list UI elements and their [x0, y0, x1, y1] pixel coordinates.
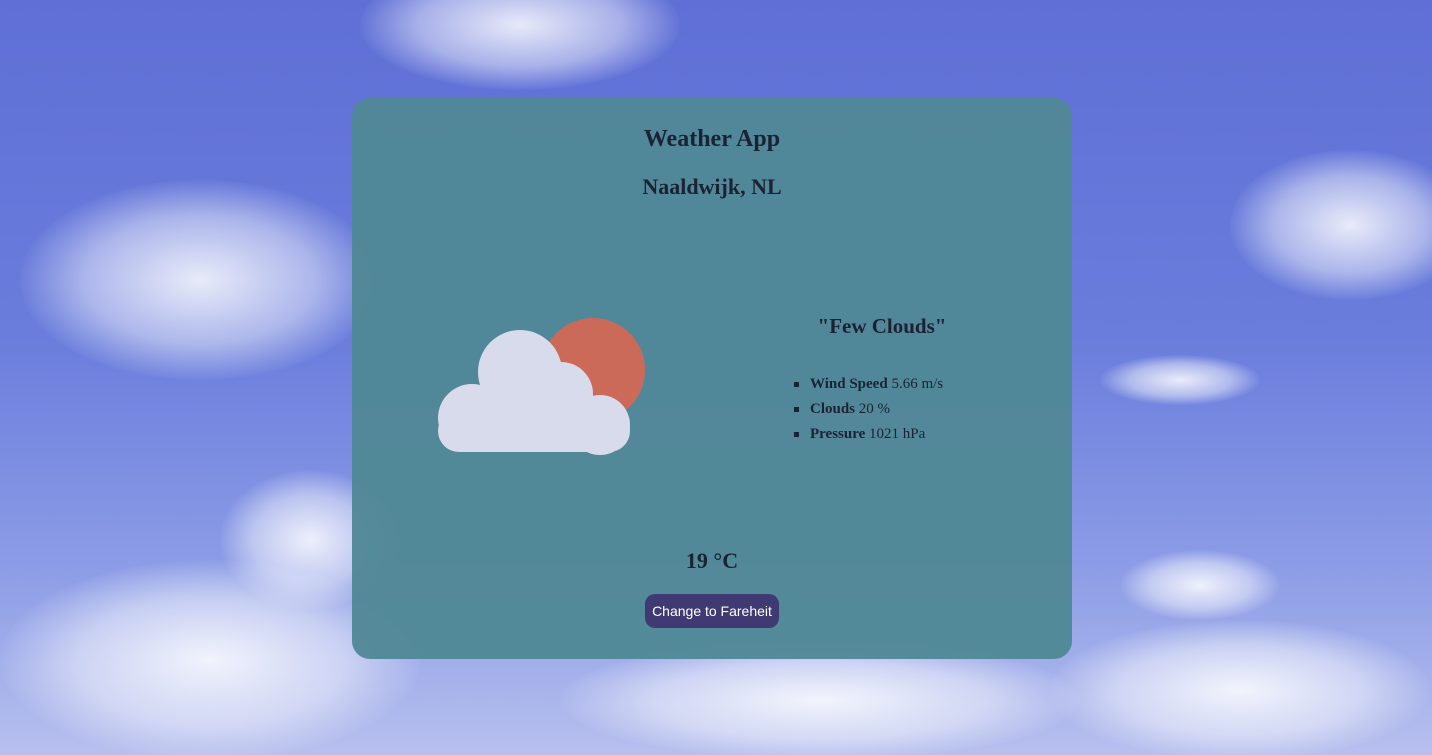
- weather-stats-list: Wind Speed 5.66 m/s Clouds 20 % Pressure…: [792, 372, 943, 447]
- sky-cloud: [360, 0, 680, 90]
- sky-cloud: [1100, 355, 1260, 405]
- temperature-display: 19 °C: [685, 548, 739, 573]
- stat-value: 20 %: [858, 401, 891, 417]
- stat-label: Pressure: [810, 426, 866, 442]
- bullet-icon: [794, 432, 799, 437]
- change-unit-button[interactable]: Change to Fareheit: [645, 594, 779, 628]
- stat-wind-speed: Wind Speed 5.66 m/s: [792, 372, 943, 397]
- few-clouds-day-icon: [438, 318, 645, 455]
- sky-cloud: [1120, 550, 1280, 620]
- sky-cloud: [1230, 150, 1432, 300]
- bullet-icon: [794, 407, 799, 412]
- weather-card: Weather App Naaldwijk, NL "Few Clouds" W…: [352, 98, 1072, 659]
- stat-clouds: Clouds 20 %: [792, 397, 943, 422]
- stat-value: 5.66 m/s: [891, 376, 944, 392]
- location-heading: Naaldwijk, NL: [642, 174, 782, 199]
- stat-value: 1021 hPa: [869, 426, 926, 442]
- stat-pressure: Pressure 1021 hPa: [792, 422, 943, 447]
- app-title: Weather App: [643, 126, 781, 152]
- weather-description: "Few Clouds": [817, 314, 947, 338]
- stat-label: Clouds: [810, 401, 856, 417]
- sky-cloud: [1050, 620, 1430, 755]
- bullet-icon: [794, 382, 799, 387]
- sky-cloud: [20, 180, 380, 380]
- stat-label: Wind Speed: [810, 376, 888, 392]
